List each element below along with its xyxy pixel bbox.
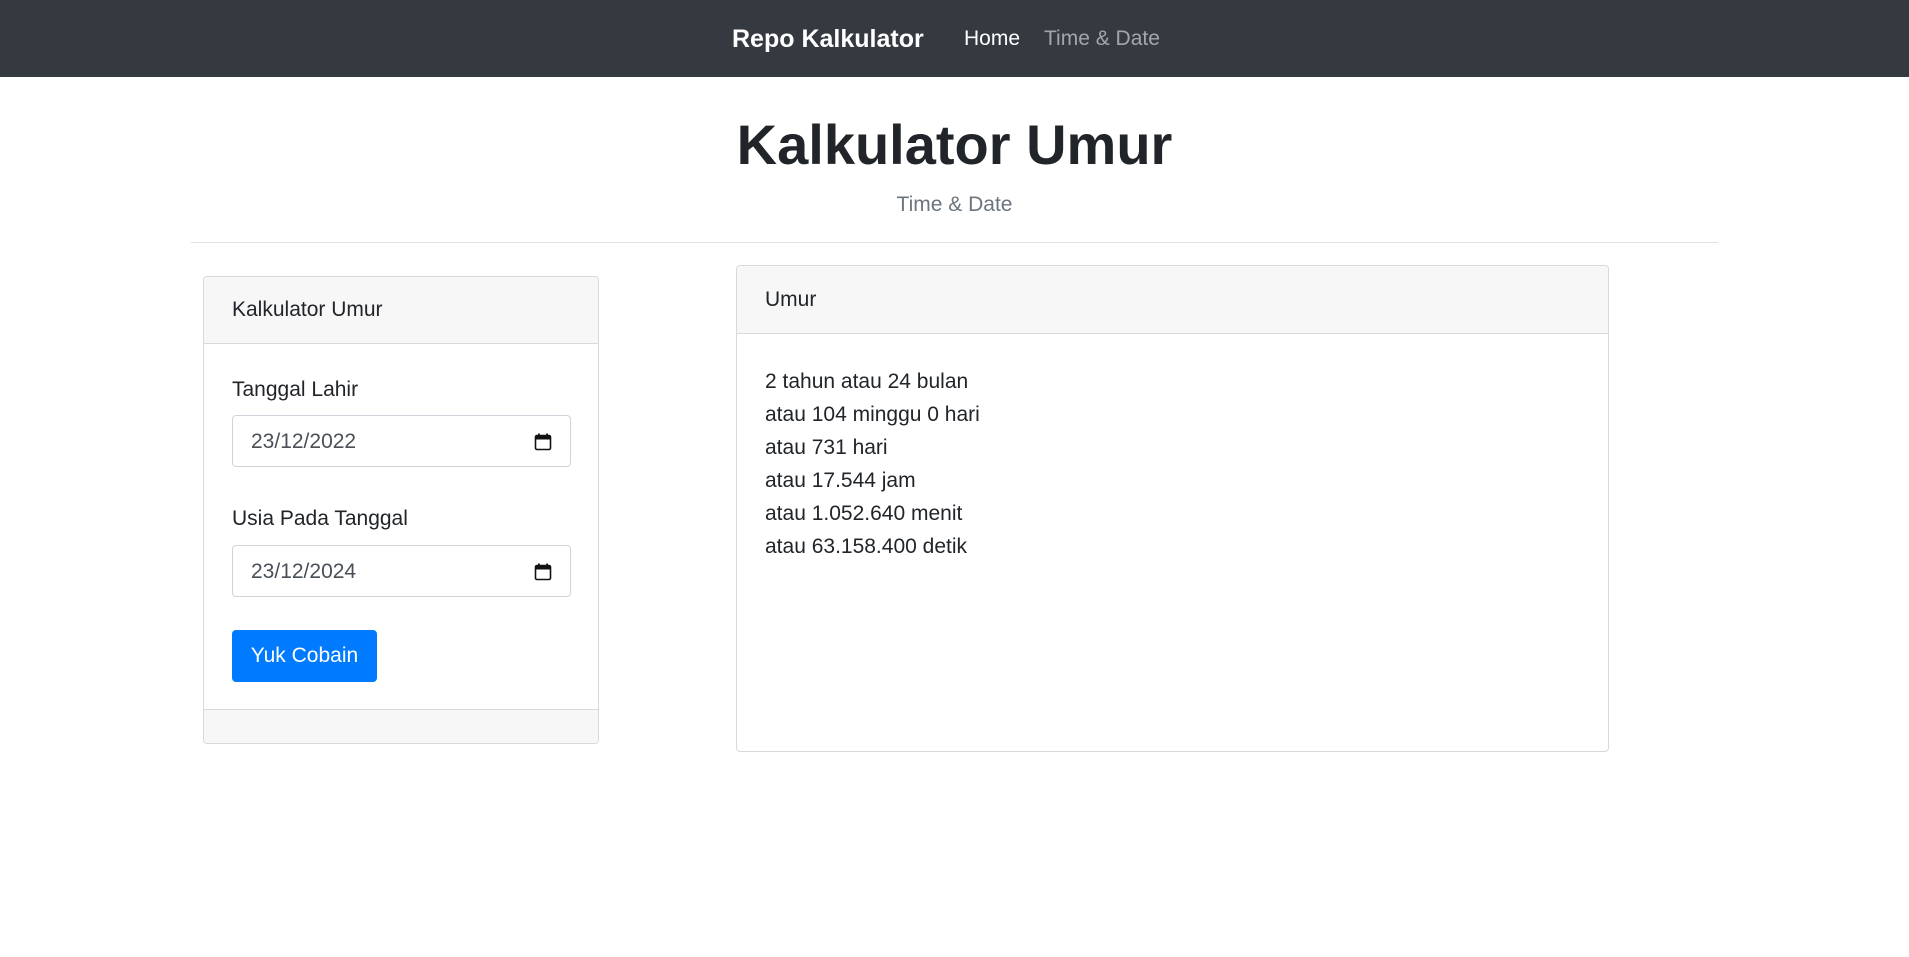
nav-link-home[interactable]: Home xyxy=(964,26,1020,52)
result-line-days: atau 731 hari xyxy=(765,436,888,459)
age-result-card-header: Umur xyxy=(737,266,1608,334)
age-form-card: Kalkulator Umur Tanggal Lahir 23/12/2022… xyxy=(203,276,599,744)
header-divider xyxy=(191,242,1718,243)
result-line-years-months: 2 tahun atau 24 bulan xyxy=(765,370,969,393)
result-line-seconds: atau 63.158.400 detik xyxy=(765,535,968,558)
age-result-list: 2 tahun atau 24 bulan atau 104 minggu 0 … xyxy=(765,365,980,563)
result-line-hours: atau 17.544 jam xyxy=(765,469,916,492)
result-line-weeks: atau 104 minggu 0 hari xyxy=(765,403,980,426)
age-form-card-header: Kalkulator Umur xyxy=(204,277,598,344)
result-line-minutes: atau 1.052.640 menit xyxy=(765,502,963,525)
age-form-card-footer xyxy=(204,709,598,743)
nav-link-time-date[interactable]: Time & Date xyxy=(1044,26,1160,52)
birth-date-value: 23/12/2022 xyxy=(251,430,357,453)
age-at-date-input[interactable]: 23/12/2024 xyxy=(232,545,571,597)
submit-button[interactable]: Yuk Cobain xyxy=(232,630,377,682)
top-navbar: Repo Kalkulator Home Time & Date xyxy=(0,0,1909,77)
navbar-brand[interactable]: Repo Kalkulator xyxy=(732,24,924,54)
calendar-icon[interactable] xyxy=(534,563,552,581)
page-subtitle: Time & Date xyxy=(896,193,1013,216)
page-title: Kalkulator Umur xyxy=(736,113,1173,176)
age-result-card: Umur 2 tahun atau 24 bulan atau 104 ming… xyxy=(736,265,1609,752)
age-at-date-value: 23/12/2024 xyxy=(251,560,357,583)
birth-date-label: Tanggal Lahir xyxy=(232,378,359,401)
birth-date-input[interactable]: 23/12/2022 xyxy=(232,415,571,467)
age-at-date-label: Usia Pada Tanggal xyxy=(232,507,408,530)
calendar-icon[interactable] xyxy=(534,433,552,451)
